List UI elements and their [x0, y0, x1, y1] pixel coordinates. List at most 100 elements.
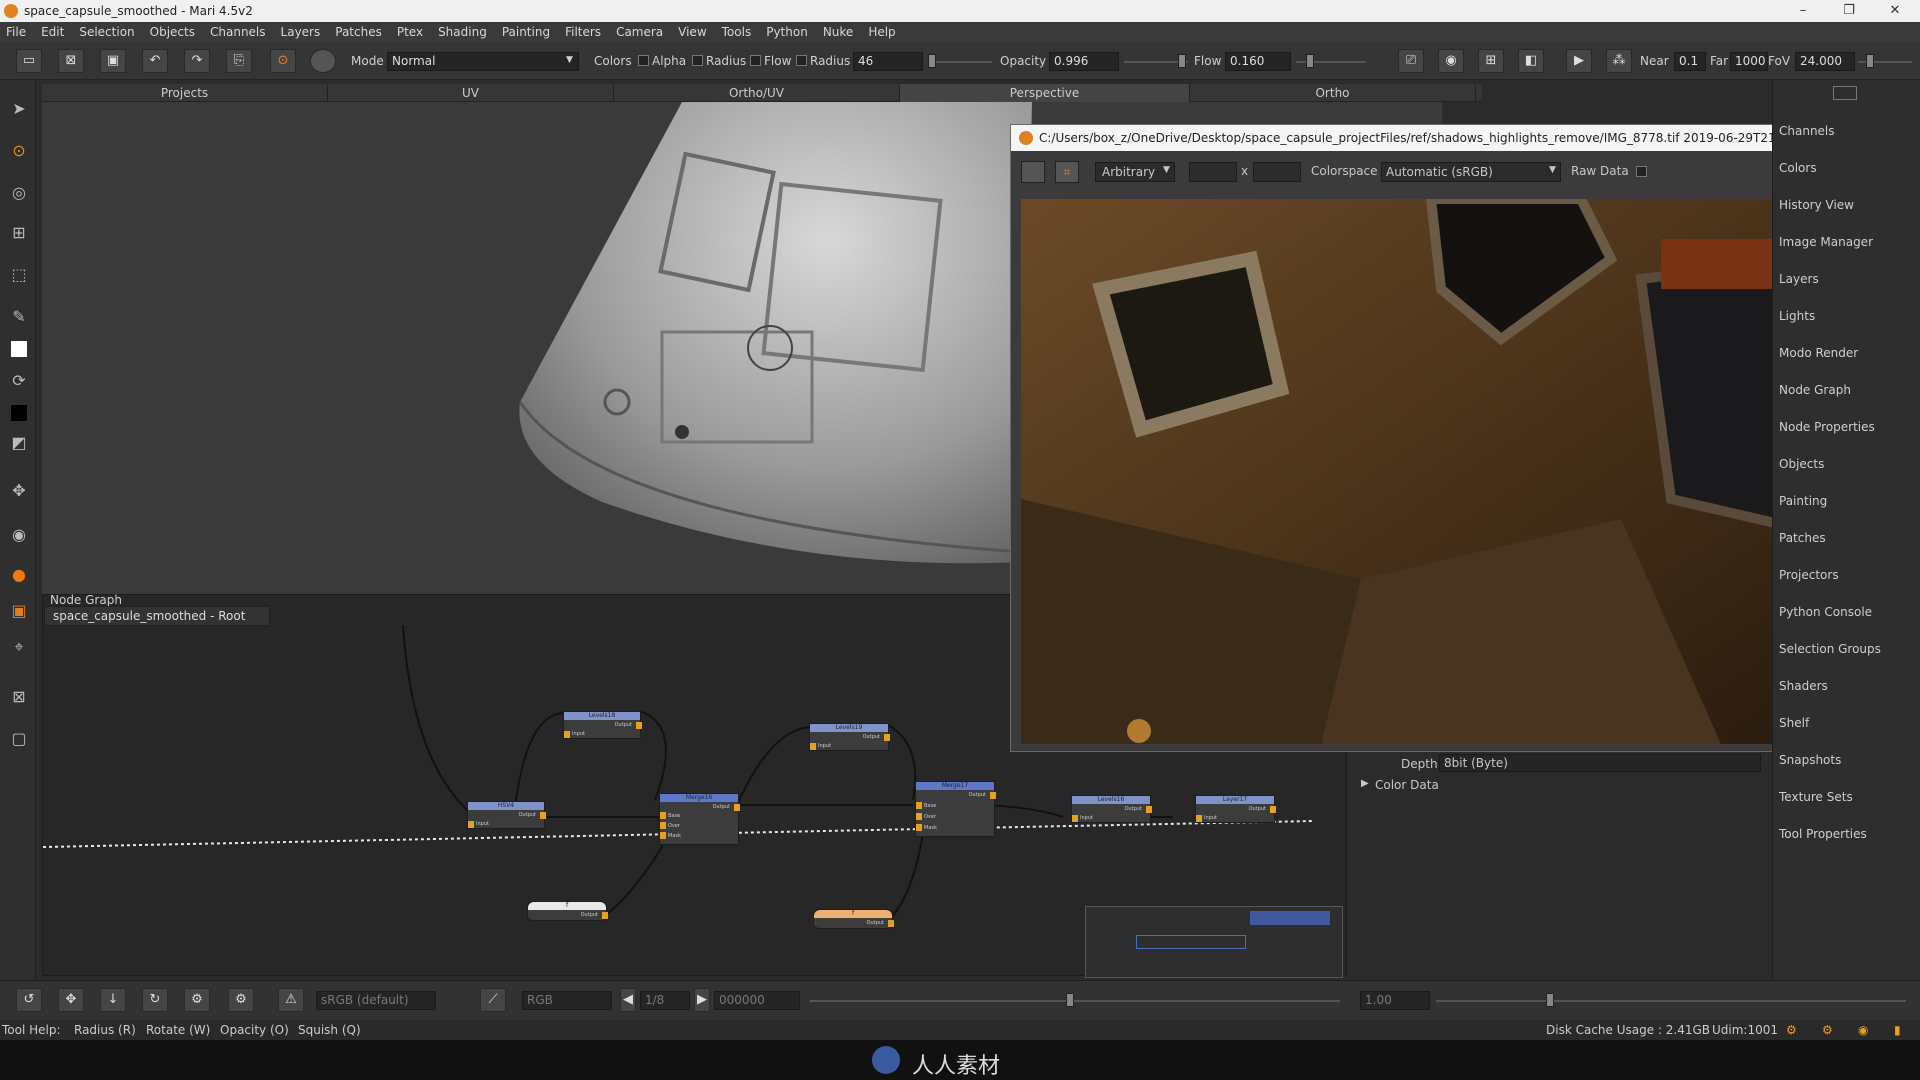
node-constant-orange[interactable]: f Output: [813, 909, 894, 929]
radius-input[interactable]: 46: [853, 52, 923, 71]
menu-channels[interactable]: Channels: [210, 25, 266, 39]
dolly-view-icon[interactable]: ↓: [100, 988, 126, 1012]
mask-port[interactable]: [916, 824, 922, 831]
palette-lights[interactable]: Lights: [1779, 309, 1815, 323]
over-port[interactable]: [916, 813, 922, 820]
brush-preview-icon[interactable]: [310, 49, 336, 73]
palette-channels[interactable]: Channels: [1779, 124, 1835, 138]
background-color-swatch[interactable]: [8, 402, 30, 424]
output-port[interactable]: [734, 804, 740, 811]
output-port[interactable]: [636, 722, 642, 729]
timeline-slider-handle[interactable]: [1066, 993, 1074, 1007]
colors-checkbox[interactable]: [638, 55, 649, 66]
prev-frame-icon[interactable]: ◀: [620, 988, 636, 1012]
color-data-section[interactable]: Color Data: [1375, 778, 1439, 792]
output-port[interactable]: [602, 912, 608, 919]
menu-patches[interactable]: Patches: [335, 25, 382, 39]
frame-tool-icon[interactable]: ▢: [8, 728, 30, 750]
palette-objects[interactable]: Objects: [1779, 457, 1824, 471]
menu-camera[interactable]: Camera: [616, 25, 663, 39]
input-port[interactable]: [810, 743, 816, 750]
output-port[interactable]: [540, 812, 546, 819]
node-levels18[interactable]: Levels18 Output Input: [563, 711, 642, 739]
node-graph-breadcrumb[interactable]: space_capsule_smoothed - Root: [44, 606, 270, 626]
swap-colors-icon[interactable]: ⟳: [8, 370, 30, 392]
palette-texture-sets[interactable]: Texture Sets: [1779, 790, 1853, 804]
base-port[interactable]: [916, 802, 922, 809]
output-port[interactable]: [1146, 806, 1152, 813]
flow-input[interactable]: 0.160: [1225, 52, 1291, 71]
opacity-slider-handle[interactable]: [1178, 54, 1186, 68]
palette-shaders[interactable]: Shaders: [1779, 679, 1828, 693]
colorspace-dropdown-icon[interactable]: ▼: [1549, 165, 1556, 175]
palette-node-graph[interactable]: Node Graph: [1779, 383, 1851, 397]
foreground-color-swatch[interactable]: [8, 338, 30, 360]
default-colors-icon[interactable]: ◩: [8, 432, 30, 454]
tab-uv[interactable]: UV: [328, 84, 614, 102]
input-port[interactable]: [468, 821, 474, 828]
radius-slider[interactable]: [928, 61, 992, 63]
settings-gear-icon[interactable]: ⚙: [184, 988, 210, 1012]
pan-view-icon[interactable]: ✥: [58, 988, 84, 1012]
menu-help[interactable]: Help: [868, 25, 895, 39]
node-graph-minimap[interactable]: [1085, 906, 1343, 978]
node-hsv4[interactable]: HSV4 Output Input: [467, 801, 546, 829]
node-layer17[interactable]: Layer17 Output Input: [1195, 795, 1276, 823]
menu-filters[interactable]: Filters: [565, 25, 601, 39]
base-port[interactable]: [660, 812, 666, 819]
output-port[interactable]: [990, 792, 996, 799]
paint-tool-icon[interactable]: ⊙: [8, 140, 30, 162]
node-merge16[interactable]: Merge16 Output Base Over Mask: [659, 793, 740, 845]
paint-through-tool-icon[interactable]: ◎: [8, 182, 30, 204]
menu-objects[interactable]: Objects: [150, 25, 195, 39]
node-constant-white[interactable]: f Output: [527, 901, 608, 921]
menu-ptex[interactable]: Ptex: [397, 25, 423, 39]
paint-target-icon[interactable]: ⊙: [270, 49, 296, 73]
eyedropper-icon[interactable]: ✎: [8, 306, 30, 328]
color-picker-icon[interactable]: ●: [8, 564, 30, 586]
visibility-tool-icon[interactable]: ◉: [8, 524, 30, 546]
palette-image-manager[interactable]: Image Manager: [1779, 235, 1873, 249]
node-merge17[interactable]: Merge17 Output Base Over Mask: [915, 781, 996, 837]
mask-port[interactable]: [660, 832, 666, 839]
input-port[interactable]: [564, 731, 570, 738]
palette-snapshots[interactable]: Snapshots: [1779, 753, 1841, 767]
menu-nuke[interactable]: Nuke: [823, 25, 854, 39]
palette-selection-groups[interactable]: Selection Groups: [1779, 642, 1881, 656]
channel-view-select[interactable]: RGB: [522, 991, 612, 1010]
menu-python[interactable]: Python: [766, 25, 808, 39]
camera-icon[interactable]: ⎚: [1398, 49, 1424, 73]
next-frame-icon[interactable]: ▶: [694, 988, 710, 1012]
palette-layers[interactable]: Layers: [1779, 272, 1819, 286]
minimize-button[interactable]: –: [1780, 0, 1826, 22]
marquee-tool-icon[interactable]: ⬚: [8, 264, 30, 286]
screenshot-icon[interactable]: ◉: [1438, 49, 1464, 73]
node-levels16[interactable]: Levels16 Output Input: [1071, 795, 1152, 823]
minimap-viewport[interactable]: [1136, 935, 1246, 949]
status-icon-2[interactable]: ⚙: [1822, 1020, 1833, 1040]
filter-gear-icon[interactable]: ⚙: [228, 988, 254, 1012]
menu-tools[interactable]: Tools: [722, 25, 752, 39]
output-port[interactable]: [884, 734, 890, 741]
status-icon-3[interactable]: ◉: [1858, 1020, 1868, 1040]
zoom-slider[interactable]: [1436, 1000, 1906, 1002]
menu-layers[interactable]: Layers: [281, 25, 321, 39]
depth-select[interactable]: 8bit (Byte): [1439, 754, 1761, 772]
tab-ortho[interactable]: Ortho: [1190, 84, 1476, 102]
orbit-view-icon[interactable]: ↻: [142, 988, 168, 1012]
palette-node-properties[interactable]: Node Properties: [1779, 420, 1875, 434]
output-port[interactable]: [1270, 806, 1276, 813]
far-input[interactable]: 1000: [1730, 52, 1768, 71]
radius-slider-handle[interactable]: [928, 54, 936, 68]
tab-perspective[interactable]: Perspective: [900, 84, 1190, 102]
frame-value-input[interactable]: 000000: [714, 991, 800, 1010]
palette-patches[interactable]: Patches: [1779, 531, 1826, 545]
palette-shelf[interactable]: Shelf: [1779, 716, 1809, 730]
tab-ortho-uv[interactable]: Ortho/UV: [614, 84, 900, 102]
transform-tool-icon[interactable]: ✥: [8, 480, 30, 502]
alpha-checkbox[interactable]: [692, 55, 703, 66]
mode-dropdown-icon[interactable]: ▼: [566, 55, 573, 65]
palette-colors[interactable]: Colors: [1779, 161, 1817, 175]
menu-painting[interactable]: Painting: [502, 25, 550, 39]
warning-icon[interactable]: ⚠: [278, 988, 304, 1012]
